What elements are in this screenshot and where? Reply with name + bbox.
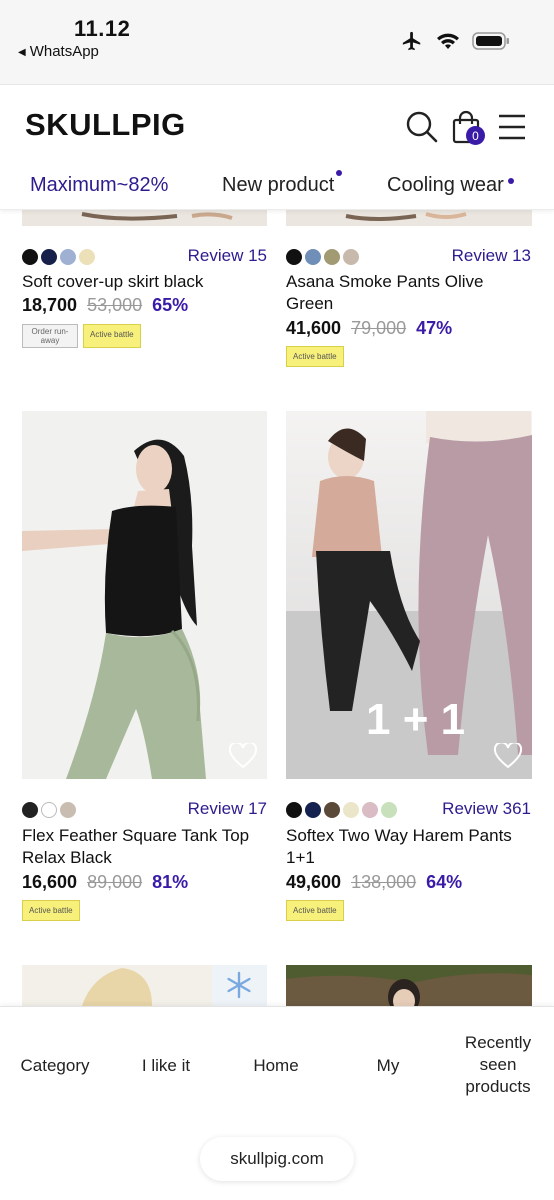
price-row: 41,600 79,000 47% <box>286 318 452 339</box>
original-price: 89,000 <box>87 872 143 892</box>
tab-maximum-discount[interactable]: Maximum~82% <box>30 174 168 197</box>
product-tags: Active battle <box>286 900 344 921</box>
price-row: 49,600 138,000 64% <box>286 872 462 893</box>
back-triangle-icon: ◀ <box>18 47 26 58</box>
sale-price: 41,600 <box>286 318 342 338</box>
airplane-icon <box>402 31 421 51</box>
color-swatches <box>22 802 76 818</box>
tab-label: New product <box>222 174 335 196</box>
discount-percent: 65% <box>152 295 189 315</box>
snowflake-icon <box>227 971 251 999</box>
color-swatches <box>286 802 397 818</box>
heart-icon[interactable] <box>229 743 257 769</box>
product-name[interactable]: Soft cover-up skirt black <box>22 271 267 293</box>
site-logo[interactable]: SKULLPIG <box>25 107 186 143</box>
review-count[interactable]: Review 13 <box>452 246 531 266</box>
sale-price: 49,600 <box>286 872 342 892</box>
product-tags: Active battle <box>286 346 344 367</box>
tag-active-battle: Active battle <box>22 900 80 921</box>
status-icons <box>400 30 510 52</box>
color-swatch[interactable] <box>41 249 57 265</box>
color-swatches <box>286 249 359 265</box>
tab-new-product[interactable]: New product <box>222 170 343 197</box>
new-indicator-dot <box>507 178 514 184</box>
product-image[interactable] <box>22 411 267 779</box>
tab-cooling-wear[interactable]: Cooling wear <box>387 174 514 197</box>
review-count[interactable]: Review 15 <box>188 246 267 266</box>
product-image[interactable] <box>22 965 267 1006</box>
review-count[interactable]: Review 17 <box>188 799 267 819</box>
tag-active-battle: Active battle <box>286 900 344 921</box>
search-button[interactable] <box>404 109 440 145</box>
nav-recently-seen-products[interactable]: Recently seen products <box>452 1032 544 1098</box>
price-row: 16,600 89,000 81% <box>22 872 188 893</box>
product-name[interactable]: Asana Smoke Pants Olive Green <box>286 271 532 315</box>
tab-label: Maximum~82% <box>30 174 169 196</box>
tag-active-battle: Active battle <box>83 324 141 348</box>
battery-icon <box>472 32 509 50</box>
site-header: SKULLPIG <box>0 84 554 164</box>
search-icon <box>406 111 438 143</box>
color-swatch[interactable] <box>305 249 321 265</box>
category-tabs: Maximum~82% New product Cooling wear <box>0 164 554 210</box>
color-swatch[interactable] <box>305 802 321 818</box>
product-image[interactable] <box>286 965 532 1006</box>
nav-i-like-it[interactable]: I like it <box>128 1055 204 1077</box>
sale-price: 16,600 <box>22 872 78 892</box>
color-swatch[interactable] <box>381 802 397 818</box>
color-swatch[interactable] <box>343 802 359 818</box>
wifi-icon <box>437 33 459 49</box>
back-app-label: WhatsApp <box>29 43 99 60</box>
color-swatches <box>22 249 95 265</box>
product-image[interactable]: 1 + 1 <box>286 411 532 779</box>
review-count[interactable]: Review 361 <box>442 799 531 819</box>
product-tags: Active battle <box>22 900 80 921</box>
hamburger-menu-icon <box>499 114 525 140</box>
tab-label: Cooling wear <box>387 174 504 196</box>
cart-count-badge: 0 <box>466 126 485 145</box>
discount-percent: 64% <box>426 872 463 892</box>
promo-overlay-text: 1 + 1 <box>366 695 466 744</box>
sale-price: 18,700 <box>22 295 78 315</box>
color-swatch[interactable] <box>324 249 340 265</box>
color-swatch[interactable] <box>22 802 38 818</box>
heart-icon[interactable] <box>494 743 522 769</box>
discount-percent: 47% <box>416 318 453 338</box>
color-swatch[interactable] <box>22 249 38 265</box>
product-name[interactable]: Softex Two Way Harem Pants 1+1 <box>286 825 532 869</box>
color-swatch[interactable] <box>286 802 302 818</box>
menu-button[interactable] <box>494 109 530 145</box>
color-swatch[interactable] <box>60 249 76 265</box>
status-time: 11.12 <box>74 16 131 41</box>
nav-category[interactable]: Category <box>14 1055 96 1077</box>
color-swatch[interactable] <box>324 802 340 818</box>
browser-url-bar[interactable]: skullpig.com <box>200 1137 354 1181</box>
new-indicator-dot <box>336 170 343 176</box>
color-swatch[interactable] <box>343 249 359 265</box>
discount-percent: 81% <box>152 872 189 892</box>
original-price: 79,000 <box>351 318 407 338</box>
status-bar: 11.12 ◀ WhatsApp <box>0 0 554 84</box>
nav-my[interactable]: My <box>360 1055 416 1077</box>
price-row: 18,700 53,000 65% <box>22 295 188 316</box>
tag-active-battle: Active battle <box>286 346 344 367</box>
product-name[interactable]: Flex Feather Square Tank Top Relax Black <box>22 825 267 869</box>
back-to-app-link[interactable]: ◀ WhatsApp <box>18 43 99 60</box>
color-swatch[interactable] <box>60 802 76 818</box>
color-swatch[interactable] <box>79 249 95 265</box>
nav-home[interactable]: Home <box>236 1055 316 1077</box>
bottom-navigation: Category I like it Home My Recently seen… <box>0 1006 554 1200</box>
tag-order-run-away: Order run-away <box>22 324 78 348</box>
original-price: 53,000 <box>87 295 143 315</box>
color-swatch[interactable] <box>286 249 302 265</box>
product-tags: Order run-away Active battle <box>22 324 141 348</box>
color-swatch[interactable] <box>41 802 57 818</box>
original-price: 138,000 <box>351 872 417 892</box>
color-swatch[interactable] <box>362 802 378 818</box>
